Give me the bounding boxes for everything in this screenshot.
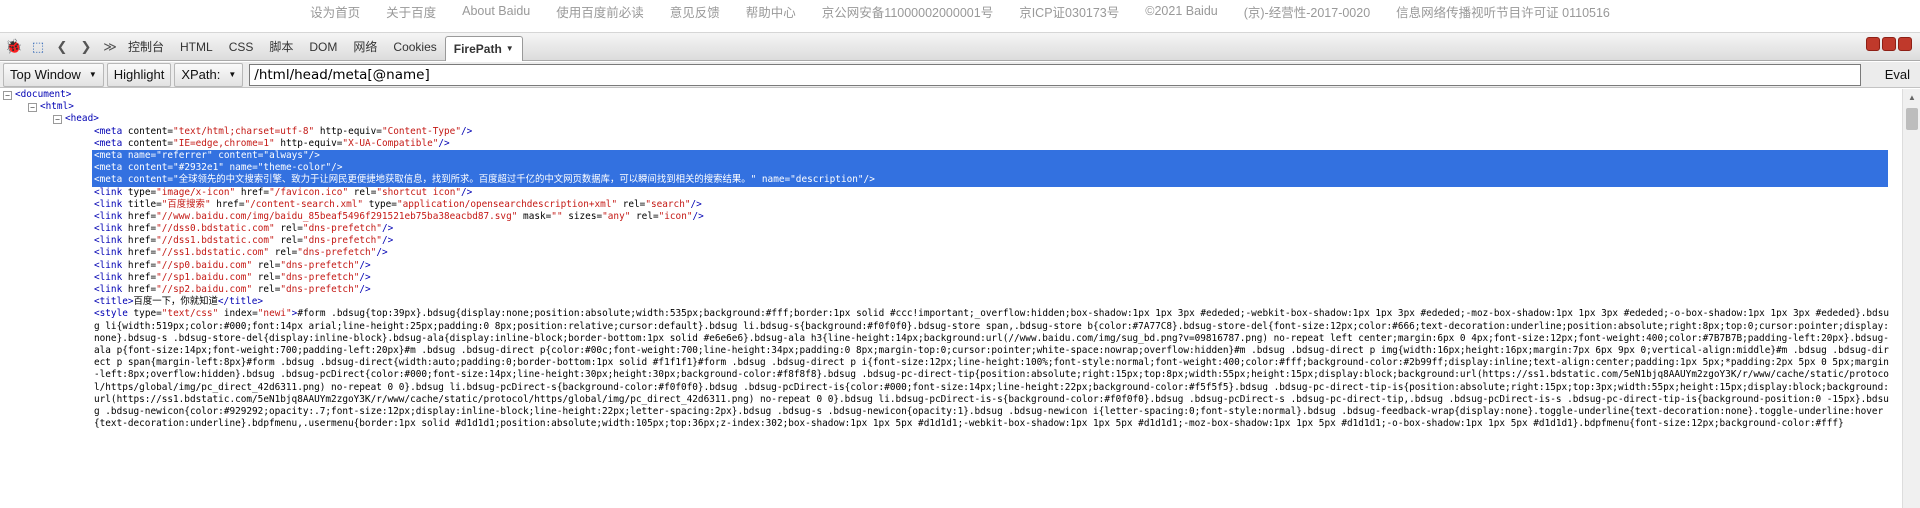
tree-node-head[interactable]: − <head>: [0, 113, 1902, 125]
page-footer-links: 设为首页 关于百度 About Baidu 使用百度前必读 意见反馈 帮助中心 …: [0, 0, 1920, 22]
minimize-icon[interactable]: [1866, 37, 1880, 51]
tab-firepath[interactable]: FirePath ▼: [444, 35, 523, 61]
scrollbar-thumb[interactable]: [1906, 108, 1918, 130]
tree-node-link-prefetch[interactable]: <link href="//sp2.baidu.com" rel="dns-pr…: [0, 284, 1902, 296]
collapse-icon[interactable]: −: [53, 115, 62, 125]
tree-node-meta[interactable]: <meta content="text/html;charset=utf-8" …: [0, 126, 1902, 138]
footer-link-set-homepage[interactable]: 设为首页: [310, 2, 360, 21]
scope-dropdown[interactable]: Top Window ▼: [3, 62, 104, 87]
tab-css[interactable]: CSS: [221, 36, 262, 58]
tab-html[interactable]: HTML: [172, 36, 221, 58]
footer-copyright: ©2021 Baidu: [1145, 4, 1218, 18]
tree-node-meta-match[interactable]: <meta name="referrer" content="always"/>: [92, 150, 1888, 162]
xpath-mode-label: XPath:: [181, 67, 221, 82]
chevron-down-icon: ▼: [505, 44, 514, 53]
tab-console[interactable]: 控制台: [120, 36, 172, 58]
tree-node-link[interactable]: <link title="百度搜索" href="/content-search…: [0, 199, 1902, 211]
footer-license-business[interactable]: (京)-经营性-2017-0020: [1244, 2, 1370, 21]
tab-script[interactable]: 脚本: [261, 36, 301, 58]
collapse-icon[interactable]: −: [28, 103, 37, 113]
tree-node-meta-match[interactable]: <meta content="#2932e1" name="theme-colo…: [92, 162, 1888, 174]
tree-node-link-prefetch[interactable]: <link href="//sp0.baidu.com" rel="dns-pr…: [0, 260, 1902, 272]
tree-node-link[interactable]: <link type="image/x-icon" href="/favicon…: [0, 187, 1902, 199]
forward-icon[interactable]: ❯: [76, 37, 96, 57]
tree-node-meta[interactable]: <meta content="IE=edge,chrome=1" http-eq…: [0, 138, 1902, 150]
tree-node-title[interactable]: <title>百度一下，你就知道</title>: [0, 296, 1902, 308]
footer-link-feedback[interactable]: 意见反馈: [670, 2, 720, 21]
window-controls: [1866, 37, 1912, 51]
inspect-icon[interactable]: ⬚: [28, 37, 48, 57]
tree-node-document[interactable]: − <document>: [0, 89, 1902, 101]
footer-link-terms[interactable]: 使用百度前必读: [556, 2, 644, 21]
tree-node-meta-match[interactable]: <meta content="全球领先的中文搜索引擎、致力于让网民更便捷地获取信…: [92, 174, 1888, 186]
tab-dom[interactable]: DOM: [301, 36, 345, 58]
firebug-icon[interactable]: 🐞: [4, 37, 24, 57]
tree-node-link-prefetch[interactable]: <link href="//ss1.bdstatic.com" rel="dns…: [0, 247, 1902, 259]
dom-tree: − <document> − <html> − <head> <meta conten…: [0, 89, 1902, 508]
collapse-icon[interactable]: −: [3, 91, 12, 100]
footer-link-help[interactable]: 帮助中心: [746, 2, 796, 21]
tree-node-link-prefetch[interactable]: <link href="//dss0.bdstatic.com" rel="dn…: [0, 223, 1902, 235]
eval-button[interactable]: Eval: [1885, 67, 1910, 82]
footer-link-police-record[interactable]: 京公网安备11000002000001号: [822, 2, 993, 21]
tree-node-link-prefetch[interactable]: <link href="//dss1.bdstatic.com" rel="dn…: [0, 235, 1902, 247]
xpath-input[interactable]: /html/head/meta[@name]: [249, 63, 1862, 86]
firepath-bar: Top Window ▼ Highlight XPath: ▼ /html/head…: [0, 62, 1920, 88]
tab-network[interactable]: 网络: [345, 36, 385, 58]
chevron-down-icon: ▼: [88, 70, 97, 79]
detach-icon[interactable]: [1882, 37, 1896, 51]
tab-cookies[interactable]: Cookies: [385, 36, 444, 58]
vertical-scrollbar[interactable]: ▲: [1902, 89, 1920, 508]
scroll-up-icon[interactable]: ▲: [1903, 89, 1920, 105]
xpath-mode-dropdown[interactable]: XPath: ▼: [174, 62, 244, 87]
devtools-separator: [0, 22, 1920, 33]
xpath-match-highlight: <meta name="referrer" content="always"/>…: [92, 149, 1888, 187]
tree-node-link[interactable]: <link href="//www.baidu.com/img/baidu_85…: [0, 211, 1902, 223]
highlight-button[interactable]: Highlight: [106, 62, 172, 87]
footer-license-av[interactable]: 信息网络传播视听节目许可证 0110516: [1396, 2, 1610, 21]
footer-link-about-baidu-cn[interactable]: 关于百度: [386, 2, 436, 21]
tree-node-html[interactable]: − <html>: [0, 101, 1902, 113]
chevron-down-icon: ▼: [228, 70, 237, 79]
scope-dropdown-label: Top Window: [10, 67, 81, 82]
command-line-icon[interactable]: ≫: [100, 37, 120, 57]
tree-node-style[interactable]: <style type="text/css" index="newi">#for…: [0, 308, 1902, 430]
back-icon[interactable]: ❮: [52, 37, 72, 57]
footer-link-icp[interactable]: 京ICP证030173号: [1019, 2, 1119, 21]
tab-firepath-label: FirePath: [453, 41, 502, 56]
tree-node-link-prefetch[interactable]: <link href="//sp1.baidu.com" rel="dns-pr…: [0, 272, 1902, 284]
close-icon[interactable]: [1898, 37, 1912, 51]
footer-link-about-baidu[interactable]: About Baidu: [462, 4, 530, 18]
firebug-toolbar: 🐞 ⬚ ❮ ❯ ≫ 控制台 HTML CSS 脚本 DOM 网络 Cookies…: [0, 33, 1920, 61]
